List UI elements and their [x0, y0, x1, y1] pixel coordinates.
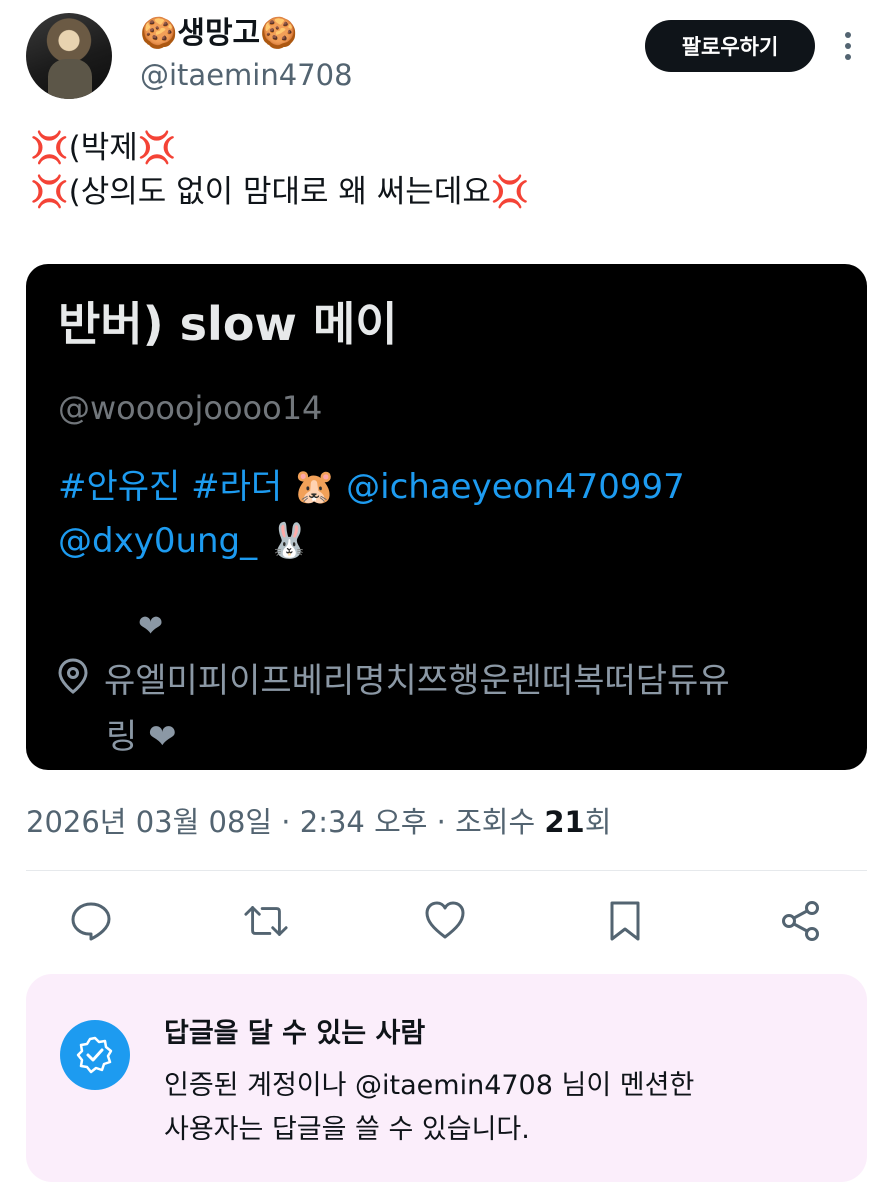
tweet-text: 💢(박제💢 💢(상의도 없이 맘대로 왜 써는데요💢	[30, 126, 529, 214]
card-profile-name: 반버) slow 메이	[58, 297, 398, 351]
view-suffix: 회	[584, 805, 612, 839]
avatar[interactable]	[26, 13, 112, 99]
action-bar	[26, 888, 867, 958]
bookmark-icon[interactable]	[602, 898, 648, 944]
more-options-icon[interactable]	[836, 30, 860, 64]
reply-restriction-notice: 답글을 달 수 있는 사람 인증된 계정이나 @itaemin4708 님이 멘…	[26, 974, 867, 1182]
heart-emoji: ❤	[138, 609, 164, 644]
share-icon[interactable]	[778, 898, 824, 944]
like-heart-icon[interactable]	[422, 898, 468, 944]
card-bio-line-2: @dxy0ung_ 🐰	[58, 521, 311, 561]
user-handle[interactable]: @itaemin4708	[140, 56, 353, 94]
divider	[26, 870, 867, 871]
tweet-meta: 2026년 03월 08일 · 2:34 오후 · 조회수 21회	[26, 800, 611, 844]
verified-check-icon	[60, 1020, 130, 1090]
card-location-line-1: 유엘미피이프베리명치쯔행운렌떠복떠담듀유	[104, 661, 730, 701]
tweet-date-time: 2026년 03월 08일 · 2:34 오후 · 조회수	[26, 805, 545, 839]
view-count: 21	[544, 805, 585, 839]
tweet-line-2: 💢(상의도 없이 맘대로 왜 써는데요💢	[30, 174, 530, 210]
reply-restriction-title: 답글을 달 수 있는 사람	[164, 1018, 426, 1049]
card-profile-bio: #안유진 #라더 🐹 @ichaeyeon470997 @dxy0ung_ 🐰	[58, 460, 838, 568]
reply-desc-line-1: 인증된 계정이나 @itaemin4708 님이 멘션한	[164, 1070, 695, 1101]
reply-icon[interactable]	[68, 898, 114, 944]
display-name[interactable]: 🍪생망고🍪	[140, 14, 298, 54]
card-bio-line-1: #안유진 #라더 🐹 @ichaeyeon470997	[58, 467, 685, 507]
tweet-line-1: 💢(박제💢	[30, 130, 177, 166]
reply-desc-line-2: 사용자는 답글을 쓸 수 있습니다.	[164, 1114, 530, 1145]
profile-screenshot-card[interactable]: 반버) slow 메이 @woooojoooo14 #안유진 #라더 🐹 @ic…	[26, 264, 867, 770]
follow-button[interactable]: 팔로우하기	[645, 20, 815, 72]
card-profile-handle: @woooojoooo14	[58, 389, 323, 427]
location-pin-icon	[58, 656, 92, 710]
reply-restriction-description: 인증된 계정이나 @itaemin4708 님이 멘션한 사용자는 답글을 쓸 …	[164, 1064, 694, 1152]
card-location-line-2: 링 ❤	[106, 717, 177, 757]
retweet-icon[interactable]	[243, 898, 289, 944]
